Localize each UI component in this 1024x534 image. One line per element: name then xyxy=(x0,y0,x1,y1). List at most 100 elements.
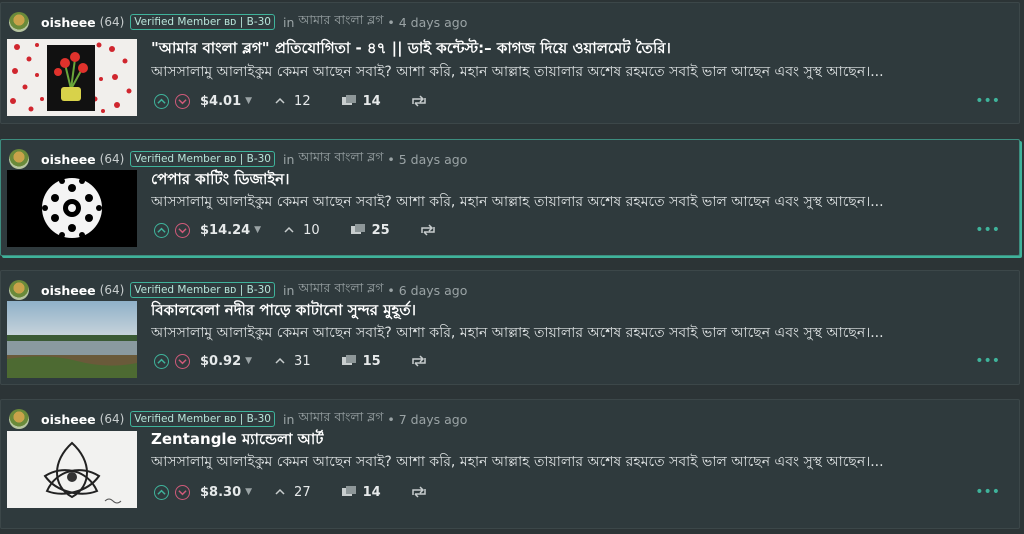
community-link[interactable]: আমার বাংলা ব্লগ xyxy=(298,149,383,169)
author-name[interactable]: oisheee xyxy=(41,15,96,30)
payout-value[interactable]: $14.24 xyxy=(200,223,250,238)
payout-value[interactable]: $4.01 xyxy=(200,94,241,109)
downvote-icon[interactable] xyxy=(175,222,190,238)
post-thumbnail[interactable] xyxy=(7,170,137,247)
post-header: oisheee (64) Verified Member ʙᴅ | B-30 i… xyxy=(9,11,467,33)
vote-count[interactable]: 31 xyxy=(274,354,311,369)
member-badge: Verified Member ʙᴅ | B-30 xyxy=(130,14,275,30)
downvote-icon[interactable] xyxy=(175,93,190,109)
author-reputation: (64) xyxy=(99,15,125,29)
vote-count-value: 27 xyxy=(294,484,311,500)
downvote-icon[interactable] xyxy=(175,353,190,369)
more-icon[interactable]: ••• xyxy=(975,484,1000,500)
payout-value[interactable]: $0.92 xyxy=(200,354,241,369)
post-thumbnail[interactable] xyxy=(7,431,137,508)
in-label: in xyxy=(282,14,295,30)
caret-down-icon[interactable]: ▼ xyxy=(245,96,252,106)
caret-down-icon[interactable]: ▼ xyxy=(245,487,252,497)
reblog-icon[interactable] xyxy=(420,223,436,237)
more-icon[interactable]: ••• xyxy=(975,222,1000,238)
post-card[interactable]: oisheee (64) Verified Member ʙᴅ | B-30 i… xyxy=(0,270,1020,385)
author-name[interactable]: oisheee xyxy=(41,412,96,427)
post-footer: $8.30 ▼ 27 14 ••• xyxy=(154,482,1014,502)
downvote-icon[interactable] xyxy=(175,484,190,500)
post-time[interactable]: • 4 days ago xyxy=(387,15,467,30)
payout-value[interactable]: $8.30 xyxy=(200,485,241,500)
flowers-thumbnail xyxy=(7,39,137,116)
community-link[interactable]: আমার বাংলা ব্লগ xyxy=(298,280,383,300)
avatar[interactable] xyxy=(9,12,29,32)
vote-count-value: 10 xyxy=(303,222,320,238)
upvote-icon[interactable] xyxy=(154,484,169,500)
comment-count-value: 14 xyxy=(362,484,381,500)
post-footer: $0.92 ▼ 31 15 ••• xyxy=(154,351,1014,371)
post-time[interactable]: • 6 days ago xyxy=(387,283,467,298)
vote-count[interactable]: 12 xyxy=(274,94,311,109)
post-card[interactable]: oisheee (64) Verified Member ʙᴅ | B-30 i… xyxy=(0,139,1020,256)
comment-count-value: 15 xyxy=(362,353,381,369)
post-feed: oisheee (64) Verified Member ʙᴅ | B-30 i… xyxy=(0,0,1024,534)
author-reputation: (64) xyxy=(99,283,125,297)
caret-down-icon[interactable]: ▼ xyxy=(245,356,252,366)
avatar[interactable] xyxy=(9,280,29,300)
community-link[interactable]: আমার বাংলা ব্লগ xyxy=(298,409,383,429)
river-thumbnail xyxy=(7,301,137,378)
post-summary[interactable]: আসসালামু আলাইকুম কেমন আছেন সবাই? আশা করি… xyxy=(151,321,1011,345)
post-footer: $14.24 ▼ 10 25 ••• xyxy=(154,220,1014,240)
reblog-icon[interactable] xyxy=(411,94,427,108)
chevron-up-icon xyxy=(284,226,294,233)
comments-icon xyxy=(341,355,356,365)
comment-count-value: 14 xyxy=(362,93,381,109)
comments-icon xyxy=(341,95,356,105)
community-link[interactable]: আমার বাংলা ব্লগ xyxy=(298,12,383,32)
vote-count-value: 12 xyxy=(294,93,311,109)
comments-icon xyxy=(341,486,356,496)
upvote-icon[interactable] xyxy=(154,353,169,369)
vote-count[interactable]: 10 xyxy=(283,223,320,238)
author-reputation: (64) xyxy=(99,412,125,426)
post-summary[interactable]: আসসালামু আলাইকুম কেমন আছেন সবাই? আশা করি… xyxy=(151,190,1011,214)
post-time[interactable]: • 7 days ago xyxy=(387,412,467,427)
post-summary[interactable]: আসসালামু আলাইকুম কেমন আছেন সবাই? আশা করি… xyxy=(151,450,1011,474)
comment-count[interactable]: 15 xyxy=(341,354,381,369)
post-header: oisheee (64) Verified Member ʙᴅ | B-30 i… xyxy=(9,148,467,170)
post-thumbnail[interactable] xyxy=(7,39,137,116)
snowflake-thumbnail xyxy=(7,170,137,247)
author-name[interactable]: oisheee xyxy=(41,283,96,298)
chevron-up-icon xyxy=(275,357,285,364)
more-icon[interactable]: ••• xyxy=(975,353,1000,369)
avatar[interactable] xyxy=(9,149,29,169)
vote-count[interactable]: 27 xyxy=(274,485,311,500)
post-title[interactable]: "আমার বাংলা ব্লগ" প্রতিযোগিতা - ৪৭ || ডা… xyxy=(151,37,1011,62)
author-name[interactable]: oisheee xyxy=(41,152,96,167)
caret-down-icon[interactable]: ▼ xyxy=(254,225,261,235)
in-label: in xyxy=(282,411,295,427)
upvote-icon[interactable] xyxy=(154,222,169,238)
post-card[interactable]: oisheee (64) Verified Member ʙᴅ | B-30 i… xyxy=(0,399,1020,529)
avatar[interactable] xyxy=(9,409,29,429)
zentangle-thumbnail xyxy=(7,431,137,508)
more-icon[interactable]: ••• xyxy=(975,93,1000,109)
author-reputation: (64) xyxy=(99,152,125,166)
post-time[interactable]: • 5 days ago xyxy=(387,152,467,167)
post-header: oisheee (64) Verified Member ʙᴅ | B-30 i… xyxy=(9,408,467,430)
post-card[interactable]: oisheee (64) Verified Member ʙᴅ | B-30 i… xyxy=(0,2,1020,124)
post-header: oisheee (64) Verified Member ʙᴅ | B-30 i… xyxy=(9,279,467,301)
in-label: in xyxy=(282,151,295,167)
reblog-icon[interactable] xyxy=(411,485,427,499)
comments-icon xyxy=(350,224,365,234)
comment-count-value: 25 xyxy=(371,222,390,238)
upvote-icon[interactable] xyxy=(154,93,169,109)
comment-count[interactable]: 25 xyxy=(350,223,390,238)
chevron-up-icon xyxy=(275,488,285,495)
comment-count[interactable]: 14 xyxy=(341,94,381,109)
in-label: in xyxy=(282,282,295,298)
member-badge: Verified Member ʙᴅ | B-30 xyxy=(130,151,275,167)
member-badge: Verified Member ʙᴅ | B-30 xyxy=(130,282,275,298)
reblog-icon[interactable] xyxy=(411,354,427,368)
post-thumbnail[interactable] xyxy=(7,301,137,378)
comment-count[interactable]: 14 xyxy=(341,485,381,500)
post-footer: $4.01 ▼ 12 14 ••• xyxy=(154,91,1014,111)
chevron-up-icon xyxy=(275,97,285,104)
post-summary[interactable]: আসসালামু আলাইকুম কেমন আছেন সবাই? আশা করি… xyxy=(151,60,1011,84)
